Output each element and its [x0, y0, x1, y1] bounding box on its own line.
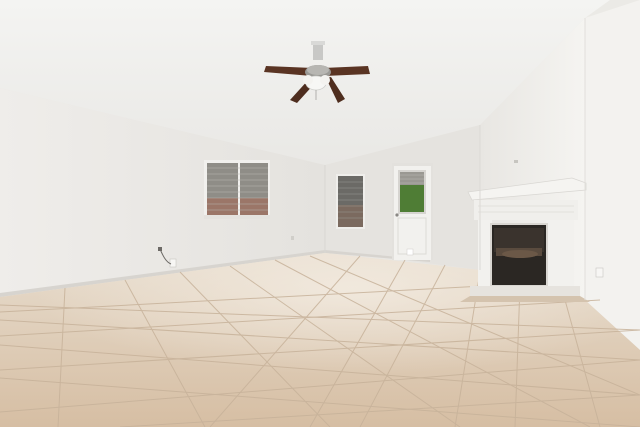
window-left: [204, 160, 270, 219]
room-scene: [0, 0, 640, 427]
back-door: [392, 163, 433, 260]
window-back: [336, 174, 365, 229]
wall-outlet-right: [595, 267, 604, 278]
wall-outlet-left: [169, 258, 177, 268]
living-room-photo: [0, 0, 640, 427]
far-right-wall: [585, 0, 640, 350]
